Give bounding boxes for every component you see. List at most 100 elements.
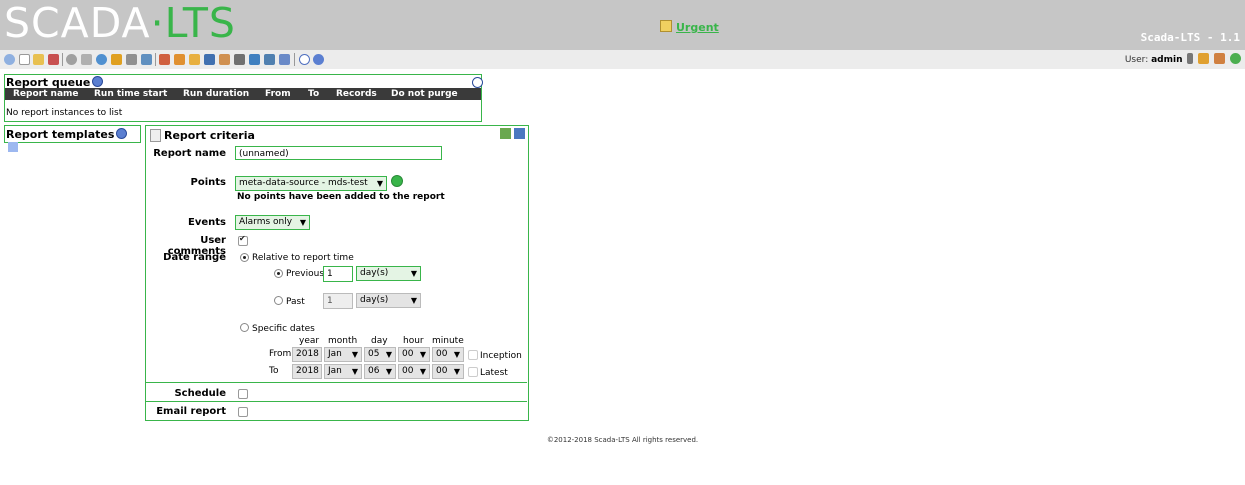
reports-icon[interactable] <box>48 54 59 65</box>
save-icon[interactable] <box>514 128 525 139</box>
from-day-select[interactable]: 05 ▼ <box>364 347 396 362</box>
minute-header: minute <box>432 336 464 346</box>
to-day-select[interactable]: 06 ▼ <box>364 364 396 379</box>
report-criteria-title: Report criteria <box>164 129 255 142</box>
previous-radio[interactable] <box>274 269 283 278</box>
past-label: Past <box>286 297 305 307</box>
publishers-icon[interactable] <box>204 54 215 65</box>
emport-icon[interactable] <box>249 54 260 65</box>
mute-icon[interactable] <box>1187 53 1194 64</box>
toolbar-separator <box>155 53 156 66</box>
report-name-input[interactable]: (unnamed) <box>235 146 442 160</box>
scada-lts-logo: SCADA·LTS <box>4 0 236 47</box>
previous-count-input[interactable]: 1 <box>323 266 353 282</box>
events-label: Events <box>188 217 226 228</box>
report-templates-title: Report templates <box>6 128 115 141</box>
expand-icon[interactable] <box>472 77 483 88</box>
set-home-icon[interactable] <box>1214 53 1226 64</box>
app-header: SCADA·LTS Urgent Scada-LTS - 1.1 <box>0 0 1245 50</box>
year-header: year <box>299 336 320 346</box>
report-queue-header: Report name Run time start Run duration … <box>5 88 481 100</box>
logout-icon[interactable] <box>279 54 290 65</box>
report-templates-panel: Report templates <box>4 125 141 152</box>
column-header: From <box>265 89 291 99</box>
to-year-select[interactable]: 2018 <box>292 364 322 379</box>
specific-dates-radio[interactable] <box>240 323 249 332</box>
point-hierarchy-icon[interactable] <box>174 54 185 65</box>
hour-header: hour <box>403 336 424 346</box>
main-toolbar <box>0 50 1245 69</box>
point-links-icon[interactable] <box>111 54 122 65</box>
points-select[interactable]: meta-data-source - mds-test ▼ <box>235 176 387 191</box>
urgent-link[interactable]: Urgent <box>660 20 719 34</box>
add-point-icon[interactable] <box>391 175 403 187</box>
report-criteria-panel: Report criteria Report name (unnamed) Po… <box>145 125 529 421</box>
mailing-lists-icon[interactable] <box>189 54 200 65</box>
run-report-icon[interactable] <box>500 128 511 139</box>
date-range-label: Date range <box>163 252 226 263</box>
relative-label: Relative to report time <box>252 253 354 263</box>
system-settings-icon[interactable] <box>234 54 245 65</box>
from-year-select[interactable]: 2018 <box>292 347 322 362</box>
footer-copyright: ©2012-2018 Scada-LTS All rights reserved… <box>546 436 699 444</box>
column-header: Run time start <box>94 89 168 99</box>
scheduled-events-icon[interactable] <box>81 54 92 65</box>
user-box: User: admin <box>1125 53 1241 65</box>
to-hour-select[interactable]: 00 ▼ <box>398 364 430 379</box>
urgent-flag-icon <box>660 20 672 32</box>
toolbar-separator <box>62 53 63 66</box>
email-report-checkbox[interactable] <box>238 407 248 417</box>
users-icon[interactable] <box>141 54 152 65</box>
column-header: Do not purge <box>391 89 458 99</box>
from-hour-select[interactable]: 00 ▼ <box>398 347 430 362</box>
previous-label: Previous <box>286 269 325 279</box>
specific-dates-label: Specific dates <box>252 324 315 334</box>
previous-unit-select[interactable]: day(s) ▼ <box>356 266 421 281</box>
scripting-icon[interactable] <box>126 54 137 65</box>
from-month-select[interactable]: Jan ▼ <box>324 347 362 362</box>
help-icon[interactable] <box>313 54 324 65</box>
schedule-label: Schedule <box>174 388 226 399</box>
graphic-views-icon[interactable] <box>19 54 30 65</box>
schedule-checkbox[interactable] <box>238 389 248 399</box>
status-icon <box>1230 53 1241 64</box>
report-name-label: Report name <box>153 148 226 159</box>
help-icon[interactable] <box>92 76 104 87</box>
inception-checkbox[interactable] <box>468 350 478 360</box>
divider <box>146 382 527 383</box>
user-profiles-icon[interactable] <box>159 54 170 65</box>
latest-label: Latest <box>480 368 508 378</box>
month-header: month <box>328 336 358 346</box>
data-sources-icon[interactable] <box>66 54 77 65</box>
past-unit-select[interactable]: day(s) ▼ <box>356 293 421 308</box>
past-count-input[interactable]: 1 <box>323 293 353 309</box>
version-label: Scada-LTS - 1.1 <box>1140 31 1240 44</box>
no-points-message: No points have been added to the report <box>237 192 445 202</box>
maintenance-events-icon[interactable] <box>219 54 230 65</box>
home-icon[interactable] <box>1198 53 1210 64</box>
watchlist-icon[interactable] <box>4 54 15 65</box>
report-queue-panel: Report queue Report name Run time start … <box>4 74 483 122</box>
to-minute-select[interactable]: 00 ▼ <box>432 364 464 379</box>
compound-events-icon[interactable] <box>96 54 107 65</box>
column-header: Records <box>336 89 377 99</box>
to-month-select[interactable]: Jan ▼ <box>324 364 362 379</box>
record-icon[interactable] <box>299 54 310 65</box>
user-name: admin <box>1151 55 1183 65</box>
help-icon[interactable] <box>116 128 128 139</box>
column-header: Report name <box>13 89 79 99</box>
empty-queue-message: No report instances to list <box>6 108 123 118</box>
column-header: To <box>308 89 320 99</box>
to-label: To <box>269 366 279 376</box>
events-select[interactable]: Alarms only ▼ <box>235 215 310 230</box>
from-label: From <box>269 349 292 359</box>
alarms-icon[interactable] <box>33 54 44 65</box>
from-minute-select[interactable]: 00 ▼ <box>432 347 464 362</box>
email-report-label: Email report <box>156 406 226 417</box>
latest-checkbox[interactable] <box>468 367 478 377</box>
user-comments-checkbox[interactable] <box>238 234 248 246</box>
relative-radio[interactable] <box>240 253 249 262</box>
new-template-icon[interactable] <box>8 142 18 152</box>
past-radio[interactable] <box>274 296 283 305</box>
sql-icon[interactable] <box>264 54 275 65</box>
